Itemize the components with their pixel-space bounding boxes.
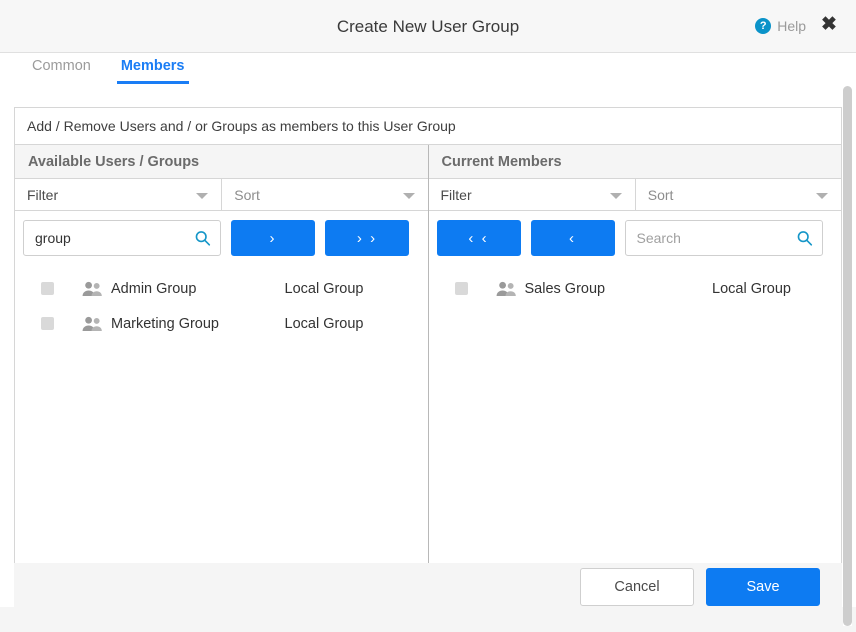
item-name: Admin Group (111, 281, 196, 297)
vertical-scrollbar[interactable] (843, 86, 852, 626)
card-description: Add / Remove Users and / or Groups as me… (15, 108, 841, 145)
dialog-title: Create New User Group (0, 0, 856, 53)
current-search-input[interactable] (637, 230, 792, 246)
current-sort-dropdown[interactable]: Sort (635, 179, 841, 211)
item-type: Local Group (285, 316, 410, 332)
search-icon (796, 230, 813, 247)
available-sort-label: Sort (234, 187, 260, 203)
tab-common[interactable]: Common (22, 53, 101, 84)
search-icon (194, 230, 211, 247)
item-type: Local Group (285, 281, 410, 297)
available-users-groups-pane: Available Users / Groups Filter Sort (15, 145, 429, 607)
available-filter-label: Filter (27, 187, 58, 203)
members-card: Add / Remove Users and / or Groups as me… (14, 107, 842, 607)
available-filter-dropdown[interactable]: Filter (15, 179, 221, 211)
list-item[interactable]: Admin Group Local Group (15, 271, 428, 306)
group-users-icon (82, 281, 104, 297)
scrollbar-thumb[interactable] (843, 86, 852, 626)
list-item[interactable]: Marketing Group Local Group (15, 306, 428, 341)
current-items-list: Sales Group Local Group (429, 265, 842, 306)
list-item[interactable]: Sales Group Local Group (429, 271, 842, 306)
close-icon[interactable]: ✖ (818, 14, 840, 36)
item-checkbox[interactable] (455, 282, 468, 295)
available-pane-dropdown-row: Filter Sort (15, 179, 428, 211)
cancel-button[interactable]: Cancel (580, 568, 694, 606)
available-items-list: Admin Group Local Group Marketing Group … (15, 265, 428, 341)
item-name: Marketing Group (111, 316, 219, 332)
save-button[interactable]: Save (706, 568, 820, 606)
current-sort-label: Sort (648, 187, 674, 203)
available-search-box[interactable] (23, 220, 221, 256)
group-users-icon (82, 316, 104, 332)
available-pane-header: Available Users / Groups (15, 145, 428, 179)
chevron-down-icon (610, 193, 622, 199)
current-members-pane: Current Members Filter Sort ‹ ‹ ‹ (429, 145, 842, 607)
current-search-box[interactable] (625, 220, 823, 256)
dialog-footer: Cancel Save (14, 563, 842, 611)
item-checkbox[interactable] (41, 317, 54, 330)
tab-bar: Common Members (0, 53, 856, 89)
help-label: Help (777, 18, 806, 34)
dialog-titlebar: Create New User Group ? Help ✖ (0, 0, 856, 53)
move-all-left-button[interactable]: ‹ ‹ (437, 220, 521, 256)
move-left-button[interactable]: ‹ (531, 220, 615, 256)
chevron-down-icon (816, 193, 828, 199)
chevron-down-icon (196, 193, 208, 199)
chevron-down-icon (403, 193, 415, 199)
tab-members[interactable]: Members (111, 53, 195, 84)
question-mark-circle-icon: ? (755, 18, 771, 34)
move-right-button[interactable]: › (231, 220, 315, 256)
current-pane-dropdown-row: Filter Sort (429, 179, 842, 211)
available-control-row: › › › (15, 211, 428, 265)
current-control-row: ‹ ‹ ‹ (429, 211, 842, 265)
current-filter-label: Filter (441, 187, 472, 203)
current-filter-dropdown[interactable]: Filter (429, 179, 635, 211)
item-type: Local Group (712, 281, 823, 297)
available-search-input[interactable] (35, 230, 190, 246)
item-checkbox[interactable] (41, 282, 54, 295)
group-users-icon (496, 281, 518, 297)
current-pane-header: Current Members (429, 145, 842, 179)
item-name: Sales Group (525, 281, 606, 297)
available-sort-dropdown[interactable]: Sort (221, 179, 427, 211)
help-button[interactable]: ? Help (755, 15, 806, 37)
footer-strip (0, 607, 856, 632)
move-all-right-button[interactable]: › › (325, 220, 409, 256)
dual-list-panes: Available Users / Groups Filter Sort (15, 145, 841, 607)
